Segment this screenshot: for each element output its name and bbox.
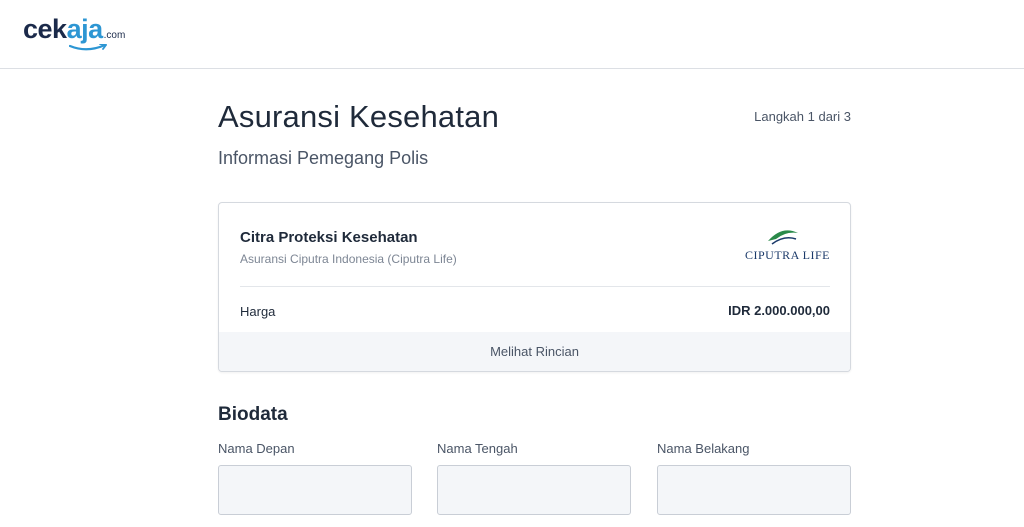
logo-text-main: cek xyxy=(23,14,67,44)
product-card: Citra Proteksi Kesehatan Asuransi Ciputr… xyxy=(218,202,851,372)
page-subtitle: Informasi Pemegang Polis xyxy=(218,148,429,168)
page-title: Asuransi Kesehatan xyxy=(218,99,500,134)
first-name-field: Nama Depan xyxy=(218,441,412,515)
cekaja-logo[interactable]: cekaja .com xyxy=(23,14,125,54)
logo-text-suffix: .com xyxy=(103,30,126,41)
logo-text-accent: aja xyxy=(66,14,104,44)
middle-name-label: Nama Tengah xyxy=(437,441,518,456)
ciputra-leaf-icon xyxy=(768,230,798,245)
logo-swoosh-icon xyxy=(69,44,107,51)
biodata-section-title: Biodata xyxy=(218,404,288,425)
ciputra-life-logo: CIPUTRA LIFE xyxy=(734,227,830,263)
view-details-button[interactable]: Melihat Rincian xyxy=(219,332,850,371)
partner-logo-text: CIPUTRA LIFE xyxy=(744,248,830,262)
first-name-label: Nama Depan xyxy=(218,441,295,456)
step-indicator: Langkah 1 dari 3 xyxy=(754,109,851,124)
last-name-input[interactable] xyxy=(657,465,851,515)
middle-name-input[interactable] xyxy=(437,465,631,515)
first-name-input[interactable] xyxy=(218,465,412,515)
last-name-label: Nama Belakang xyxy=(657,441,750,456)
price-label: Harga xyxy=(240,304,276,319)
price-value: IDR 2.000.000,00 xyxy=(728,303,830,318)
logo-wordmark: cekaja xyxy=(23,14,103,45)
middle-name-field: Nama Tengah xyxy=(437,441,631,515)
top-header: cekaja .com xyxy=(0,0,1024,69)
card-divider xyxy=(240,286,830,287)
last-name-field: Nama Belakang xyxy=(657,441,851,515)
insurer-name: Asuransi Ciputra Indonesia (Ciputra Life… xyxy=(240,252,457,266)
product-name: Citra Proteksi Kesehatan xyxy=(240,229,418,246)
